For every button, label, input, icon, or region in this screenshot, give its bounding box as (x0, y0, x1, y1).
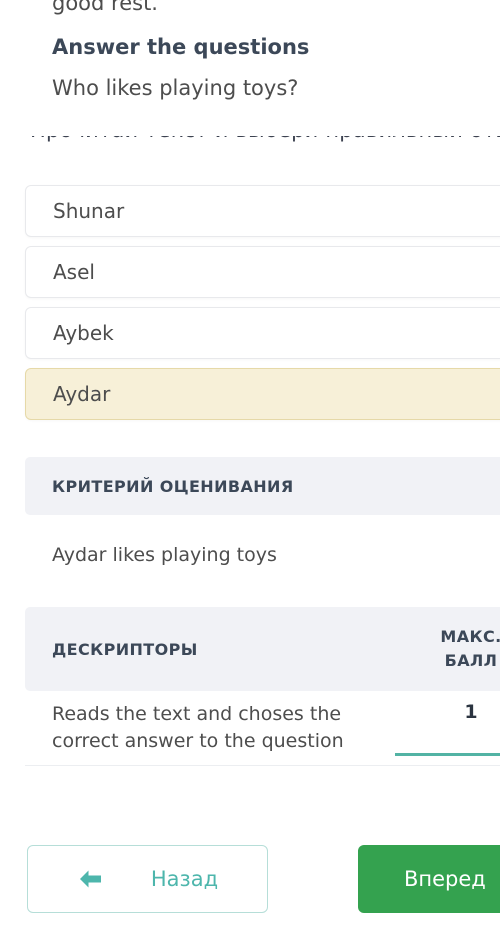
answer-option-selected[interactable]: Aydar (25, 368, 500, 420)
answer-options-list: Shunar Asel Aybek Aydar (25, 185, 500, 429)
answer-option[interactable]: Asel (25, 246, 500, 298)
descriptors-table-row: Reads the text and choses the correct an… (25, 691, 500, 773)
criteria-section: КРИТЕРИЙ ОЦЕНИВАНИЯ Aydar likes playing … (25, 457, 500, 568)
question-text: Who likes playing toys? (52, 76, 299, 100)
descriptors-header-score-line1: МАКС. (440, 627, 500, 646)
forward-button[interactable]: Вперед (358, 845, 500, 913)
clipped-instruction-line: Прочитай текст и выбери правильный ответ… (0, 136, 500, 144)
descriptor-row-divider (25, 765, 500, 766)
descriptors-header-label: ДЕСКРИПТОРЫ (52, 639, 198, 659)
back-button[interactable]: Назад (27, 845, 268, 913)
forward-button-label: Вперед (404, 867, 486, 891)
descriptors-header-score-line2: БАЛЛ (444, 651, 498, 670)
footer-navigation: Назад Вперед (0, 845, 500, 915)
criteria-header-title: КРИТЕРИЙ ОЦЕНИВАНИЯ (52, 476, 294, 496)
answer-option[interactable]: Aybek (25, 307, 500, 359)
descriptors-table: ДЕСКРИПТОРЫ МАКС. БАЛЛ Reads the text an… (25, 607, 500, 773)
descriptors-header-score: МАКС. БАЛЛ (423, 607, 500, 691)
descriptor-score: 1 (464, 701, 478, 723)
back-button-label: Назад (150, 867, 219, 891)
answer-option-label: Aydar (53, 382, 111, 406)
answer-option-label: Aybek (53, 321, 114, 345)
score-underline (395, 753, 500, 756)
arrow-left-icon (79, 870, 101, 888)
clipped-instruction-text: Прочитай текст и выбери правильный ответ… (30, 136, 500, 144)
descriptor-text: Reads the text and choses the correct an… (52, 703, 344, 752)
criteria-header-band: КРИТЕРИЙ ОЦЕНИВАНИЯ (25, 457, 500, 515)
assignment-page: good rest. Answer the questions Who like… (0, 0, 500, 946)
section-heading: Answer the questions (52, 35, 310, 59)
answer-option[interactable]: Shunar (25, 185, 500, 237)
passage-tail-text: good rest. (52, 0, 158, 15)
descriptors-header-row: ДЕСКРИПТОРЫ МАКС. БАЛЛ (25, 607, 500, 691)
criteria-body-text: Aydar likes playing toys (52, 544, 277, 566)
answer-option-label: Shunar (53, 199, 125, 223)
answer-option-label: Asel (53, 260, 95, 284)
reading-block: good rest. Answer the questions Who like… (0, 0, 500, 105)
